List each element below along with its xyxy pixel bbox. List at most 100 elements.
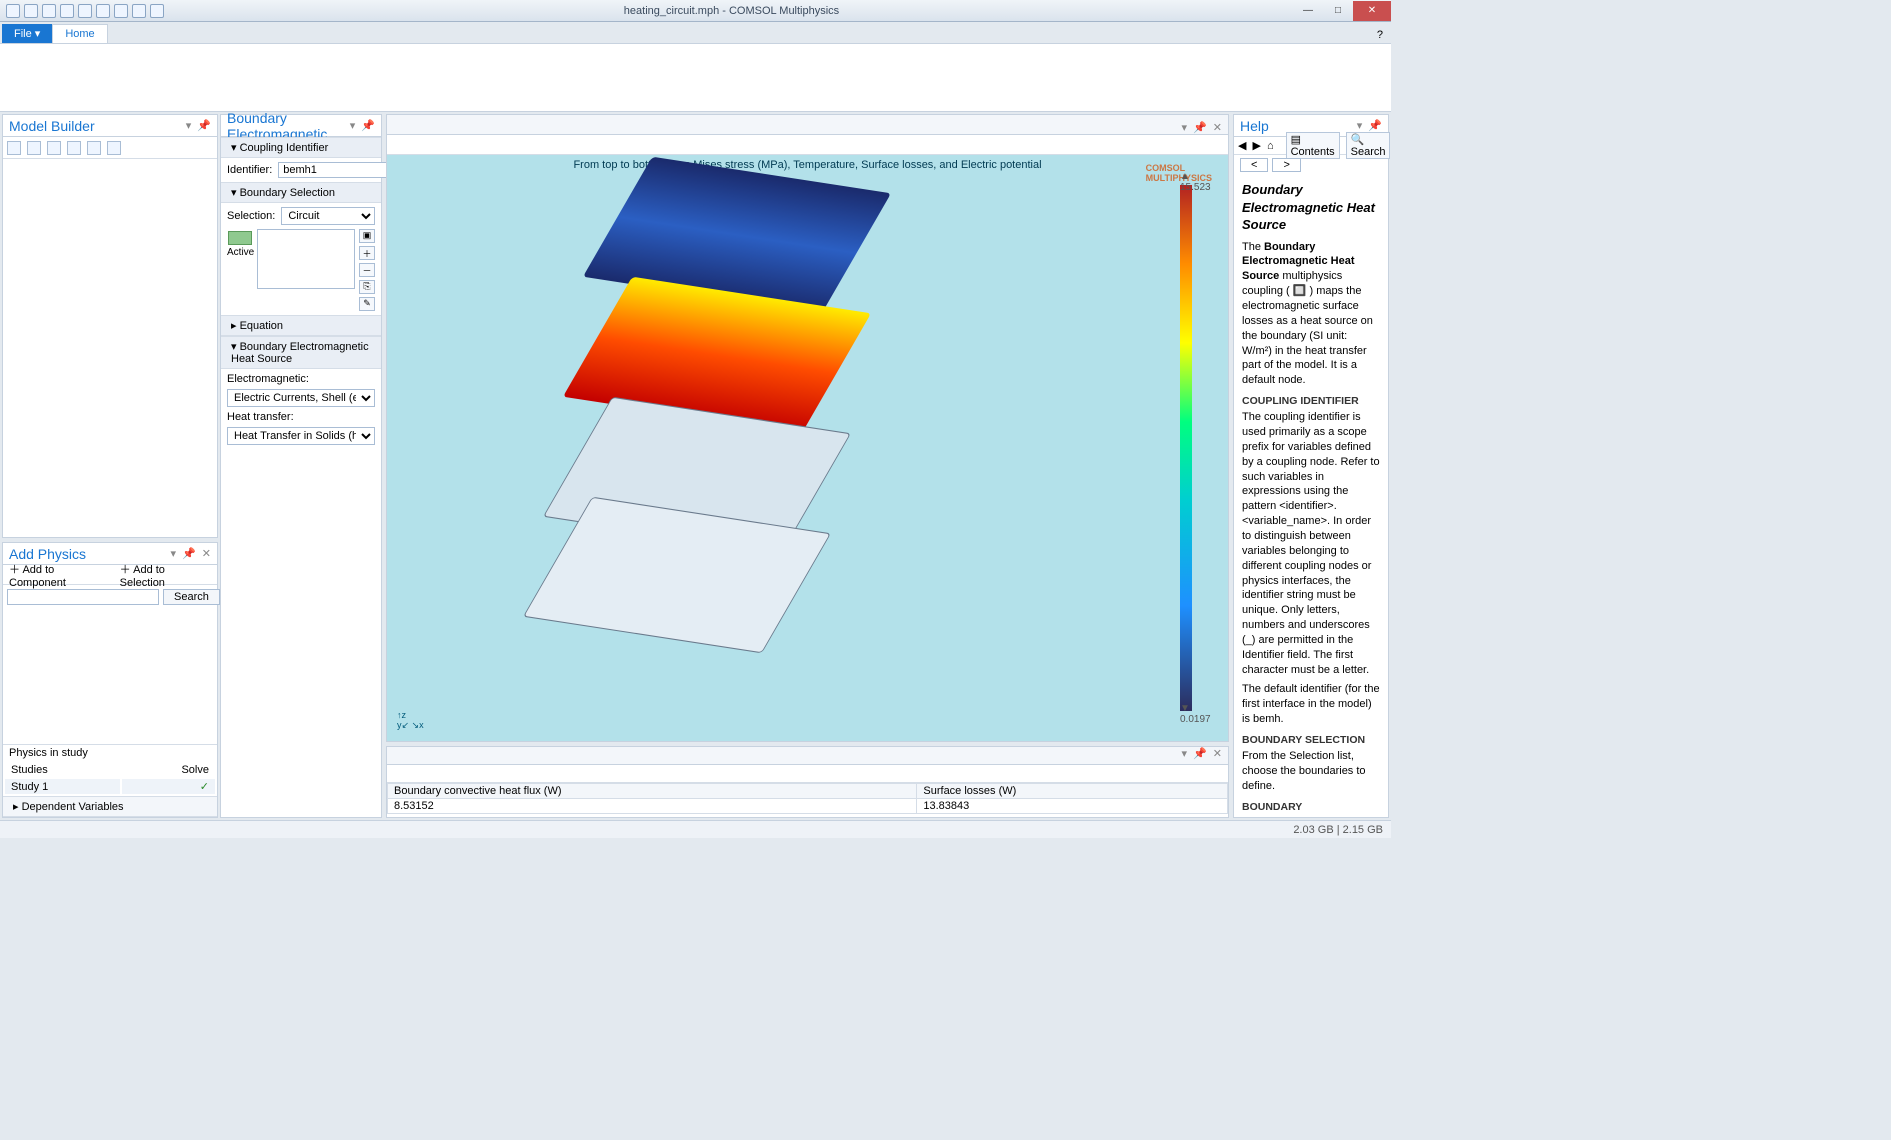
msg-unpin-icon[interactable]: 📌 — [1193, 747, 1207, 764]
colorbar-ticks — [1192, 185, 1216, 711]
mb-filter-icon[interactable] — [107, 141, 121, 155]
help-h3-bemh: BOUNDARY ELECTROMAGNETIC HEAT SOURCE — [1242, 800, 1380, 817]
minimize-button[interactable]: — — [1293, 1, 1323, 21]
colorbar-min: ▼ 0.0197 — [1180, 703, 1216, 725]
msg-pin-icon[interactable]: ▾ — [1182, 747, 1188, 764]
status-memory: 2.03 GB | 2.15 GB — [1293, 824, 1383, 836]
ribbon-tab-home[interactable]: Home — [52, 24, 107, 43]
sel-activate-icon[interactable]: ▣ — [359, 229, 375, 243]
mb-show-icon[interactable] — [47, 141, 61, 155]
qat-more-icon[interactable] — [150, 4, 164, 18]
colorbar-gradient — [1180, 185, 1192, 711]
table-col-1[interactable]: Boundary convective heat flux (W) — [388, 784, 917, 799]
graphics-panel: ▾ 📌 ✕ From top to bottom: von Mises stress… — [386, 114, 1229, 742]
gfx-close-icon[interactable]: ✕ — [1213, 121, 1222, 134]
qat-open-icon[interactable] — [24, 4, 38, 18]
help-close-icon[interactable]: 📌 — [1368, 119, 1382, 132]
boundary-selection-section[interactable]: ▾ Boundary Selection — [221, 182, 381, 203]
gfx-pin-icon[interactable]: 📌 — [1193, 121, 1207, 134]
help-panel: Help ▾📌 ◀ ▶ ⌂ ▤ Contents 🔍 Search ▤ Topi… — [1233, 114, 1389, 818]
solve-checkmark-icon[interactable]: ✓ — [122, 779, 215, 794]
maximize-button[interactable]: □ — [1323, 1, 1353, 21]
ap-close-icon[interactable]: ✕ — [202, 547, 211, 560]
study-row-label[interactable]: Study 1 — [5, 779, 120, 794]
sel-remove-icon[interactable]: － — [359, 263, 375, 277]
help-content[interactable]: Boundary Electromagnetic Heat Source The… — [1234, 175, 1388, 817]
add-physics-search-input[interactable] — [7, 589, 159, 605]
help-h3-coupling: COUPLING IDENTIFIER — [1242, 394, 1380, 408]
add-physics-panel: Add Physics ▾📌✕ ＋ Add to Component ＋ Add… — [2, 542, 218, 818]
sel-paste-icon[interactable]: ✎ — [359, 297, 375, 311]
add-physics-search-button[interactable]: Search — [163, 589, 220, 605]
settings-panel: Boundary Electromagnetic... ▾📌 ▾ Couplin… — [220, 114, 382, 818]
qat-save-icon[interactable] — [42, 4, 56, 18]
physics-in-study-label: Physics in study — [3, 745, 217, 761]
help-fwd-icon[interactable]: ▶ — [1252, 139, 1260, 152]
help-back-icon[interactable]: ◀ — [1238, 139, 1246, 152]
mb-fwd-icon[interactable] — [27, 141, 41, 155]
colorbar: ▲ 15.523 ▼ 0.0197 — [1180, 185, 1216, 711]
messages-tabstrip: ▾ 📌 ✕ — [387, 747, 1228, 765]
messages-panel: ▾ 📌 ✕ Boundary convective heat flux (W)Sur… — [386, 746, 1229, 818]
equation-section[interactable]: ▸ Equation — [221, 315, 381, 336]
table-cell-1[interactable]: 8.53152 — [388, 799, 917, 814]
mb-collapse-icon[interactable] — [67, 141, 81, 155]
ap-unpin-icon[interactable]: 📌 — [182, 547, 196, 560]
help-h3-boundary: BOUNDARY SELECTION — [1242, 733, 1380, 747]
panel-pin-icon[interactable]: ▾ — [186, 119, 192, 132]
plot-plates — [447, 175, 1148, 721]
file-menu-button[interactable]: File ▾ — [2, 24, 52, 43]
settings-pin-icon[interactable]: ▾ — [350, 119, 356, 132]
results-table[interactable]: Boundary convective heat flux (W)Surface… — [387, 783, 1228, 814]
help-pin-icon[interactable]: ▾ — [1357, 119, 1363, 132]
graphics-tabstrip: ▾ 📌 ✕ — [387, 115, 1228, 135]
table-cell-2[interactable]: 13.83843 — [917, 799, 1228, 814]
mb-back-icon[interactable] — [7, 141, 21, 155]
help-para-4: From the Selection list, choose the boun… — [1242, 749, 1380, 794]
table-col-2[interactable]: Surface losses (W) — [917, 784, 1228, 799]
qat-new-icon[interactable] — [6, 4, 20, 18]
help-home-icon[interactable]: ⌂ — [1267, 140, 1274, 152]
physics-category-tree[interactable] — [3, 609, 217, 744]
solve-header: Solve — [122, 763, 215, 777]
qat-delete-icon[interactable] — [132, 4, 146, 18]
ribbon — [0, 44, 1391, 112]
qat-undo-icon[interactable] — [60, 4, 74, 18]
sel-copy-icon[interactable]: ⎘ — [359, 280, 375, 294]
qat-copy-icon[interactable] — [96, 4, 110, 18]
qat-paste-icon[interactable] — [114, 4, 128, 18]
mb-expand-icon[interactable] — [87, 141, 101, 155]
main-content: Model Builder ▾📌 Add Physics ▾📌✕ ＋ Add t… — [0, 112, 1391, 820]
help-prev-button[interactable]: < — [1240, 158, 1268, 172]
selection-dropdown[interactable]: Circuit — [281, 207, 375, 225]
heat-transfer-label: Heat transfer: — [227, 411, 375, 423]
table-toolbar — [387, 765, 1228, 783]
panel-close-icon[interactable]: 📌 — [197, 119, 211, 132]
quick-access-toolbar — [0, 4, 170, 18]
ap-pin-icon[interactable]: ▾ — [171, 547, 177, 560]
heat-transfer-dropdown[interactable]: Heat Transfer in Solids (ht) — [227, 427, 375, 445]
gfx-menu-icon[interactable]: ▾ — [1182, 121, 1188, 134]
boundary-list[interactable] — [257, 229, 355, 289]
close-button[interactable]: ✕ — [1353, 1, 1391, 21]
model-builder-panel: Model Builder ▾📌 — [2, 114, 218, 538]
model-tree[interactable] — [3, 159, 217, 537]
window-title: heating_circuit.mph - COMSOL Multiphysic… — [170, 5, 1293, 17]
help-next-button[interactable]: > — [1272, 158, 1300, 172]
settings-close-icon[interactable]: 📌 — [361, 119, 375, 132]
axes-triad-icon: ↑zy↙ ↘y z xx — [397, 710, 424, 731]
coupling-identifier-section[interactable]: ▾ Coupling Identifier — [221, 137, 381, 158]
ribbon-help-icon[interactable]: ? — [1369, 27, 1391, 43]
graphics-canvas[interactable]: From top to bottom: von Mises stress (MP… — [387, 155, 1228, 741]
qat-redo-icon[interactable] — [78, 4, 92, 18]
electromagnetic-dropdown[interactable]: Electric Currents, Shell (ecs) — [227, 389, 375, 407]
help-para-1: The Boundary Electromagnetic Heat Source… — [1242, 240, 1380, 388]
bemh-source-section[interactable]: ▾ Boundary Electromagnetic Heat Source — [221, 336, 381, 369]
electromagnetic-label: Electromagnetic: — [227, 373, 375, 385]
active-toggle[interactable] — [228, 231, 252, 245]
sel-add-icon[interactable]: ＋ — [359, 246, 375, 260]
dependent-variables-section[interactable]: ▸ Dependent Variables — [3, 796, 217, 817]
msg-close-icon[interactable]: ✕ — [1213, 747, 1222, 764]
titlebar: heating_circuit.mph - COMSOL Multiphysic… — [0, 0, 1391, 22]
model-builder-toolbar — [3, 137, 217, 159]
